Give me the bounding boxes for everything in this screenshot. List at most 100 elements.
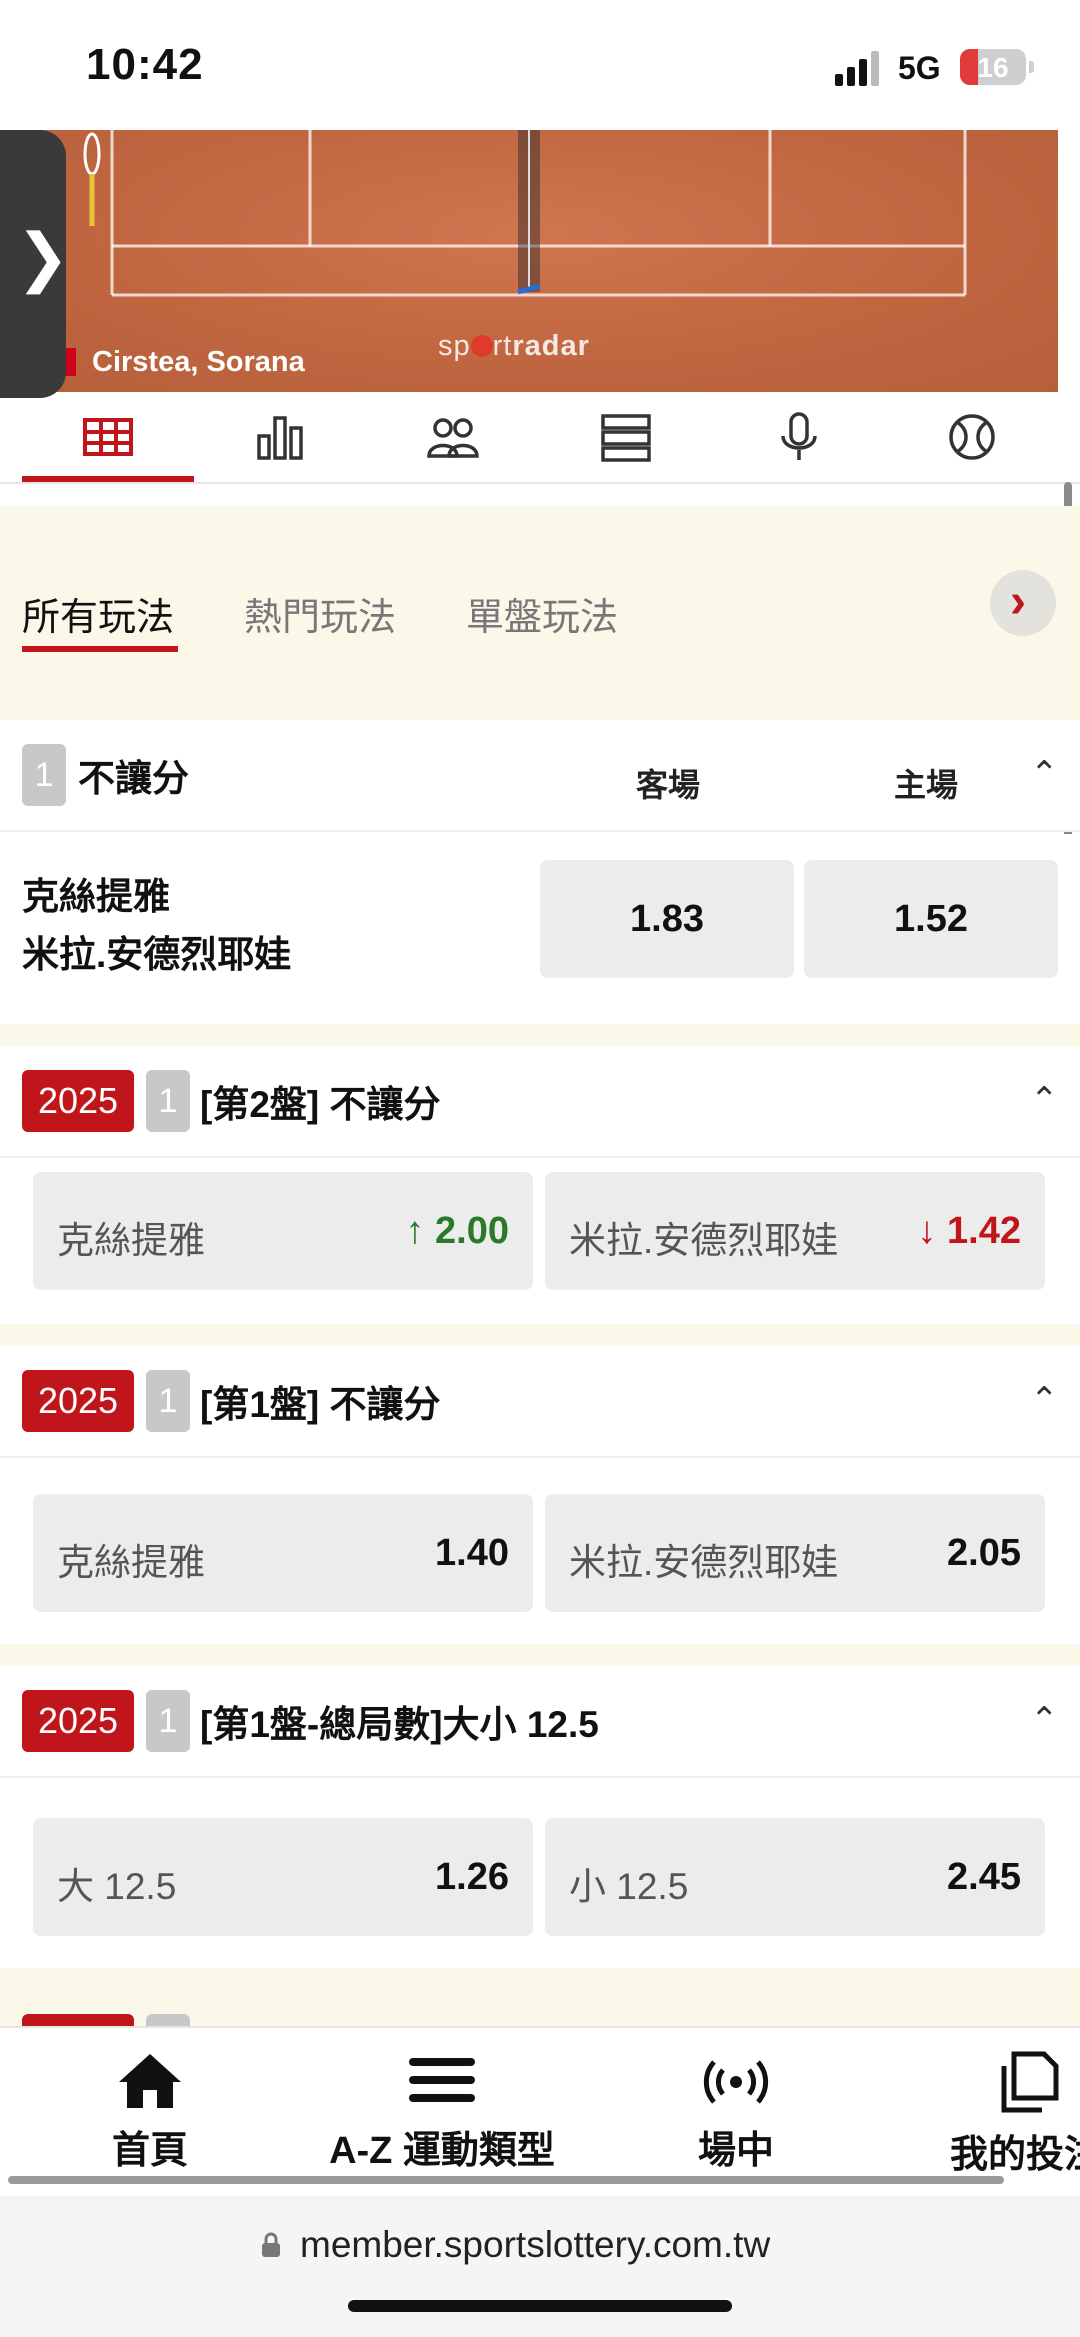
market-title: [第1盤-總局數]大小 12.5 bbox=[200, 1704, 599, 1745]
collapse-icon[interactable]: ⌃ bbox=[1030, 1700, 1059, 1740]
nav-live-label: 場中 bbox=[697, 2130, 774, 2172]
column-away: 客場 bbox=[636, 767, 701, 803]
collapse-icon[interactable]: ⌃ bbox=[1030, 1080, 1059, 1120]
network-type: 5G bbox=[898, 50, 941, 86]
market-body: 大 12.5 1.26 小 12.5 2.45 bbox=[0, 1778, 1080, 1968]
selection-odds: 1.40 bbox=[435, 1532, 509, 1574]
market-count-badge: 1 bbox=[146, 1070, 190, 1132]
section-gap bbox=[0, 1324, 1080, 1346]
market-body: 克絲提雅 1.40 米拉.安德烈耶娃 2.05 bbox=[0, 1458, 1080, 1644]
match-tracker-court[interactable]: Cirstea, Sorana sp rtradar bbox=[0, 130, 1058, 392]
players-icon[interactable] bbox=[426, 412, 480, 462]
nav-sports[interactable]: A-Z 運動類型 bbox=[322, 2050, 562, 2174]
scoreboard-icon[interactable] bbox=[81, 412, 135, 462]
url-text: member.sportslottery.com.tw bbox=[300, 2224, 771, 2265]
count-badge-partial bbox=[146, 2014, 190, 2026]
market-body: 克絲提雅 ↑ 2.00 米拉.安德烈耶娃 ↓ 1.42 bbox=[0, 1158, 1080, 1324]
team-home: 米拉.安德烈耶娃 bbox=[22, 934, 292, 975]
selection-label: 小 12.5 bbox=[569, 1866, 689, 1907]
documents-icon bbox=[1001, 2051, 1059, 2113]
selection-label: 克絲提雅 bbox=[57, 1220, 205, 1261]
sportradar-logo: sp rtradar bbox=[438, 330, 590, 362]
season-badge-partial bbox=[22, 2014, 134, 2026]
browser-url-bar[interactable]: member.sportslottery.com.tw bbox=[0, 2196, 1080, 2337]
home-icon bbox=[119, 2054, 181, 2108]
next-tabs-button[interactable]: › bbox=[990, 570, 1056, 636]
stats-bar-icon[interactable] bbox=[253, 412, 307, 462]
active-tab-indicator bbox=[22, 476, 194, 482]
menu-icon bbox=[409, 2058, 475, 2102]
tab-hot-markets[interactable]: 熱門玩法 bbox=[244, 586, 396, 641]
selection-label: 克絲提雅 bbox=[57, 1542, 205, 1583]
racket-icon bbox=[83, 132, 101, 226]
collapse-icon[interactable]: ⌃ bbox=[1030, 1380, 1059, 1420]
collapse-icon[interactable]: ⌃ bbox=[1030, 754, 1059, 794]
live-broadcast-icon bbox=[703, 2060, 769, 2104]
market-filter: 所有玩法 熱門玩法 單盤玩法 › bbox=[0, 506, 1080, 720]
section-gap bbox=[0, 1644, 1080, 1666]
battery-cap bbox=[1029, 61, 1034, 73]
selection-button[interactable]: 小 12.5 2.45 bbox=[545, 1818, 1045, 1936]
battery-icon: 16 bbox=[960, 49, 1026, 85]
battery-level: 16 bbox=[977, 52, 1009, 83]
selection-label: 米拉.安德烈耶娃 bbox=[569, 1220, 839, 1261]
odds-button-home[interactable]: 1.52 bbox=[804, 860, 1058, 978]
nav-home-label: 首頁 bbox=[111, 2130, 188, 2172]
tracker-icon-tabs bbox=[0, 392, 1080, 484]
selection-odds: ↑ 2.00 bbox=[405, 1210, 509, 1252]
team-away: 克絲提雅 bbox=[22, 876, 170, 917]
player-name: Cirstea, Sorana bbox=[92, 346, 305, 378]
list-icon[interactable] bbox=[599, 412, 653, 462]
selection-odds: ↓ 1.42 bbox=[917, 1210, 1021, 1252]
season-badge: 2025 bbox=[22, 1690, 134, 1752]
odds-button-away[interactable]: 1.83 bbox=[540, 860, 794, 978]
market-header[interactable]: 1 不讓分 客場 主場 ⌃ bbox=[0, 720, 1080, 832]
market-title: [第1盤] 不讓分 bbox=[200, 1384, 441, 1425]
nav-my-bets[interactable]: 我的投注 bbox=[950, 2050, 1080, 2178]
market-title: [第2盤] 不讓分 bbox=[200, 1084, 441, 1125]
page-scroll-indicator bbox=[8, 2176, 1004, 2184]
odds-value: 1.52 bbox=[894, 898, 968, 940]
market-header[interactable]: 2025 1 [第2盤] 不讓分 ⌃ bbox=[0, 1046, 1080, 1158]
selection-button[interactable]: 克絲提雅 1.40 bbox=[33, 1494, 533, 1612]
selection-label: 米拉.安德烈耶娃 bbox=[569, 1542, 839, 1583]
arrow-down-icon: ↓ bbox=[917, 1210, 937, 1252]
selection-button[interactable]: 米拉.安德烈耶娃 2.05 bbox=[545, 1494, 1045, 1612]
odds-value: 1.83 bbox=[630, 898, 704, 940]
filter-active-indicator bbox=[22, 646, 178, 652]
market-body: 克絲提雅 米拉.安德烈耶娃 1.83 1.52 bbox=[0, 834, 1080, 1024]
selection-odds: 2.05 bbox=[947, 1532, 1021, 1574]
arrow-up-icon: ↑ bbox=[405, 1210, 425, 1252]
selection-odds: 2.45 bbox=[947, 1856, 1021, 1898]
tab-all-markets[interactable]: 所有玩法 bbox=[22, 586, 174, 641]
microphone-icon[interactable] bbox=[772, 412, 826, 462]
season-badge: 2025 bbox=[22, 1070, 134, 1132]
signal-icon bbox=[835, 51, 879, 86]
nav-my-bets-label: 我的投注 bbox=[950, 2134, 1080, 2176]
home-indicator[interactable] bbox=[348, 2300, 732, 2312]
selection-odds: 1.26 bbox=[435, 1856, 509, 1898]
status-time: 10:42 bbox=[86, 40, 204, 89]
column-home: 主場 bbox=[894, 767, 959, 803]
season-badge: 2025 bbox=[22, 1370, 134, 1432]
nav-sports-label: A-Z 運動類型 bbox=[329, 2130, 555, 2172]
selection-button[interactable]: 大 12.5 1.26 bbox=[33, 1818, 533, 1936]
tennis-ball-icon[interactable] bbox=[945, 412, 999, 462]
market-title: 不讓分 bbox=[78, 758, 189, 799]
market-count-badge: 1 bbox=[146, 1370, 190, 1432]
bottom-nav: 首頁 A-Z 運動類型 場中 我的投注 bbox=[0, 2026, 1080, 2196]
market-header[interactable]: 2025 1 [第1盤-總局數]大小 12.5 ⌃ bbox=[0, 1666, 1080, 1778]
nav-live[interactable]: 場中 bbox=[676, 2050, 796, 2174]
selection-button[interactable]: 克絲提雅 ↑ 2.00 bbox=[33, 1172, 533, 1290]
chevron-right-icon: ❯ bbox=[16, 221, 70, 293]
chevron-right-icon: › bbox=[1010, 575, 1026, 628]
nav-home[interactable]: 首頁 bbox=[90, 2050, 210, 2174]
market-count-badge: 1 bbox=[146, 1690, 190, 1752]
status-bar: 10:42 5G 16 bbox=[0, 0, 1080, 130]
market-count-badge: 1 bbox=[22, 744, 66, 806]
side-expand-tab[interactable]: ❯ bbox=[0, 130, 70, 398]
selection-label: 大 12.5 bbox=[57, 1866, 177, 1907]
selection-button[interactable]: 米拉.安德烈耶娃 ↓ 1.42 bbox=[545, 1172, 1045, 1290]
tab-set-markets[interactable]: 單盤玩法 bbox=[466, 586, 618, 641]
market-header[interactable]: 2025 1 [第1盤] 不讓分 ⌃ bbox=[0, 1346, 1080, 1458]
